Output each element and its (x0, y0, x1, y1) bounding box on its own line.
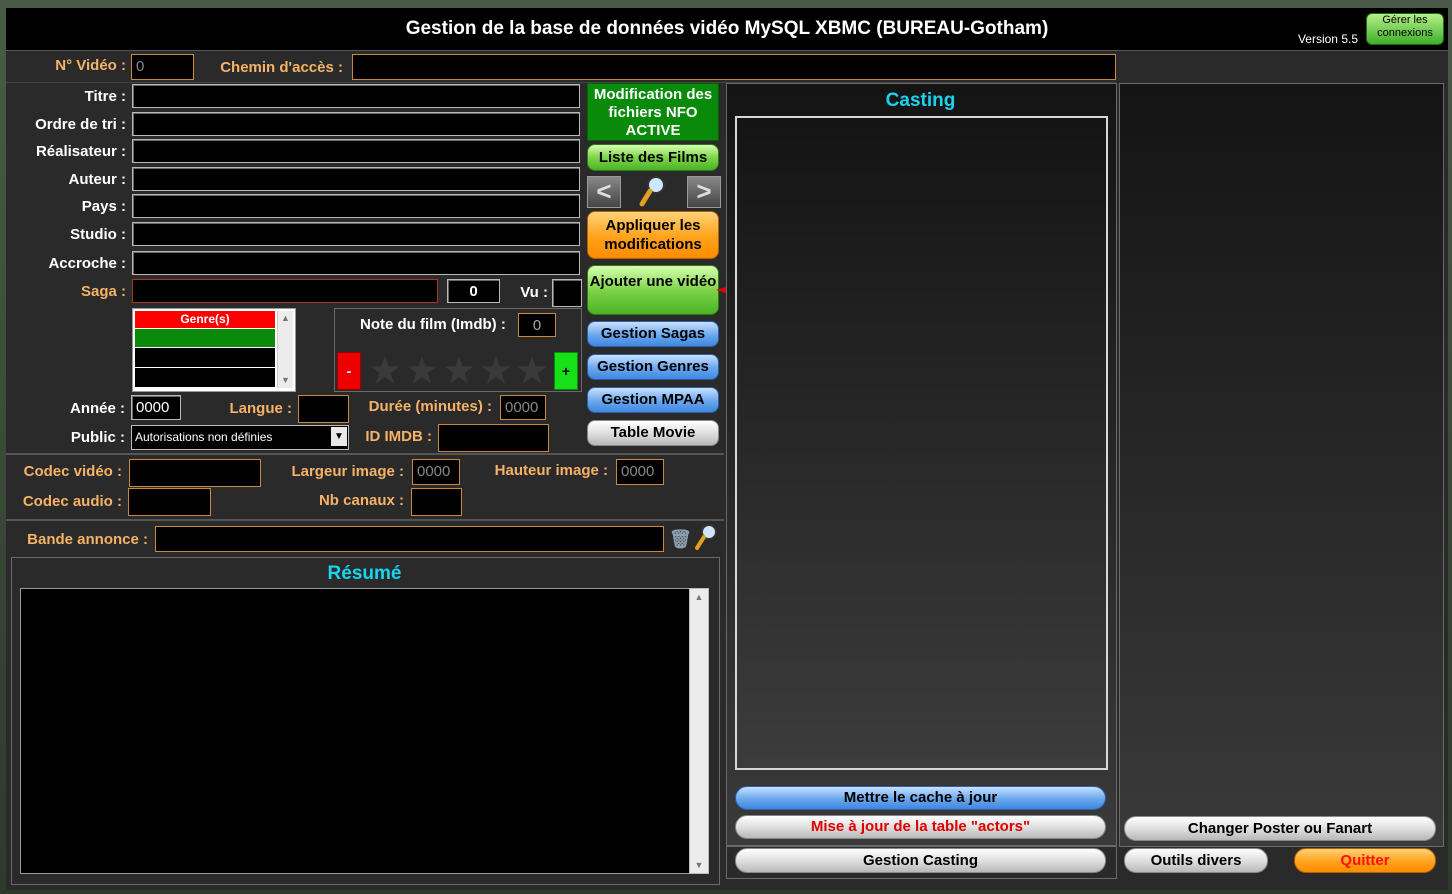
watched-label: Vu : (520, 284, 548, 301)
manage-sagas-button[interactable]: Gestion Sagas (587, 321, 719, 347)
summary-textarea[interactable] (20, 588, 690, 874)
width-label: Largeur image : (291, 463, 404, 480)
genre-row[interactable] (135, 368, 275, 387)
trailer-label: Bande annonce : (27, 531, 148, 548)
duration-label: Durée (minutes) : (368, 398, 492, 415)
width-field[interactable]: 0000 (412, 459, 460, 485)
genres-header: Genre(s) (135, 311, 275, 328)
video-number-field[interactable]: 0 (131, 54, 194, 80)
divider (6, 453, 724, 455)
star-icon[interactable]: ★ (515, 354, 549, 388)
imdb-id-label: ID IMDB : (365, 428, 432, 445)
scroll-up-icon[interactable]: ▲ (690, 589, 708, 605)
casting-title: Casting (885, 90, 956, 111)
chevron-down-icon[interactable]: ▼ (331, 427, 347, 446)
rating-value-field: 0 (518, 313, 556, 337)
height-field[interactable]: 0000 (616, 459, 664, 485)
rating-label: Note du film (Imdb) : (360, 316, 506, 333)
audience-select[interactable]: Autorisations non définies ▼ (131, 425, 349, 450)
studio-field[interactable] (132, 222, 580, 246)
table-movie-button[interactable]: Table Movie (587, 420, 719, 446)
language-label: Langue : (229, 400, 293, 417)
year-field[interactable]: 0000 (131, 395, 181, 420)
country-label: Pays : (81, 198, 126, 215)
trailer-field[interactable] (155, 526, 664, 552)
search-icon[interactable] (637, 174, 669, 208)
change-poster-button[interactable]: Changer Poster ou Fanart (1124, 816, 1436, 841)
video-number-label: N° Vidéo : (55, 57, 126, 74)
duration-field[interactable]: 0000 (500, 395, 546, 420)
director-field[interactable] (132, 139, 580, 163)
video-codec-field[interactable] (129, 459, 261, 487)
channels-label: Nb canaux : (318, 492, 404, 509)
update-cache-button[interactable]: Mettre le cache à jour (735, 786, 1106, 810)
rating-plus-button[interactable]: + (554, 352, 578, 390)
tagline-field[interactable] (132, 251, 580, 275)
genre-row[interactable] (135, 329, 275, 347)
country-field[interactable] (132, 194, 580, 218)
audience-label: Public : (70, 429, 125, 446)
audio-codec-label: Codec audio : (22, 493, 122, 510)
quit-button[interactable]: Quitter (1294, 848, 1436, 873)
tagline-label: Accroche : (48, 255, 126, 272)
video-codec-label: Codec vidéo : (23, 463, 122, 480)
language-field[interactable] (298, 395, 349, 423)
saga-label: Saga : (80, 283, 126, 300)
manage-connections-button[interactable]: Gérer les connexions (1366, 13, 1444, 45)
audio-codec-field[interactable] (128, 488, 211, 516)
poster-panel (1119, 83, 1444, 847)
title-bar: Gestion de la base de données vidéo MySQ… (6, 8, 1448, 51)
next-arrow-icon[interactable]: > (687, 176, 721, 208)
saga-count-field: 0 (447, 279, 500, 303)
manage-casting-button[interactable]: Gestion Casting (735, 848, 1106, 873)
genres-list[interactable]: Genre(s) ▲ ▼ (132, 308, 296, 392)
author-label: Auteur : (68, 171, 127, 188)
channels-field[interactable] (411, 488, 462, 516)
summary-scrollbar[interactable]: ▲ ▼ (689, 588, 709, 874)
path-field[interactable] (352, 54, 1116, 80)
manage-genres-button[interactable]: Gestion Genres (587, 354, 719, 380)
audience-select-value: Autorisations non définies (135, 430, 273, 444)
summary-title: Résumé (327, 563, 402, 584)
star-icon[interactable]: ★ (368, 354, 402, 388)
window-title: Gestion de la base de données vidéo MySQ… (405, 18, 1049, 39)
scroll-up-icon[interactable]: ▲ (278, 311, 293, 326)
previous-arrow-icon[interactable]: < (587, 176, 621, 208)
sort-order-label: Ordre de tri : (35, 116, 126, 133)
studio-label: Studio : (70, 226, 126, 243)
film-list-button[interactable]: Liste des Films (587, 144, 719, 171)
path-label: Chemin d'accès : (220, 59, 343, 76)
saga-field[interactable] (132, 279, 438, 303)
genre-row[interactable] (135, 348, 275, 367)
star-icon[interactable]: ★ (479, 354, 513, 388)
divider (6, 519, 724, 521)
sort-order-field[interactable] (132, 112, 580, 136)
update-actors-table-button[interactable]: Mise à jour de la table "actors" (735, 815, 1106, 839)
scroll-down-icon[interactable]: ▼ (278, 373, 293, 388)
year-label: Année : (69, 400, 125, 417)
height-label: Hauteur image : (494, 462, 608, 479)
director-label: Réalisateur : (35, 143, 126, 160)
rating-minus-button[interactable]: - (337, 352, 361, 390)
nfo-mode-indicator: Modification des fichiers NFO ACTIVE (587, 83, 719, 141)
star-icon[interactable]: ★ (405, 354, 439, 388)
genres-scrollbar[interactable]: ▲ ▼ (277, 311, 293, 388)
add-video-button[interactable]: Ajouter une vidéo (587, 265, 719, 315)
watched-field[interactable] (552, 279, 582, 307)
search-icon[interactable] (694, 522, 720, 552)
title-field[interactable] (132, 84, 580, 108)
apply-changes-button[interactable]: Appliquer les modifications (587, 211, 719, 259)
casting-list[interactable] (735, 116, 1108, 770)
author-field[interactable] (132, 167, 580, 191)
star-icon[interactable]: ★ (442, 354, 476, 388)
scroll-down-icon[interactable]: ▼ (690, 857, 708, 873)
trash-icon[interactable]: 🗑 (669, 527, 692, 551)
misc-tools-button[interactable]: Outils divers (1124, 848, 1268, 873)
title-label: Titre : (84, 88, 126, 105)
imdb-id-field[interactable] (438, 424, 549, 452)
manage-mpaa-button[interactable]: Gestion MPAA (587, 387, 719, 413)
version-label: Version 5.5 (1297, 32, 1358, 46)
